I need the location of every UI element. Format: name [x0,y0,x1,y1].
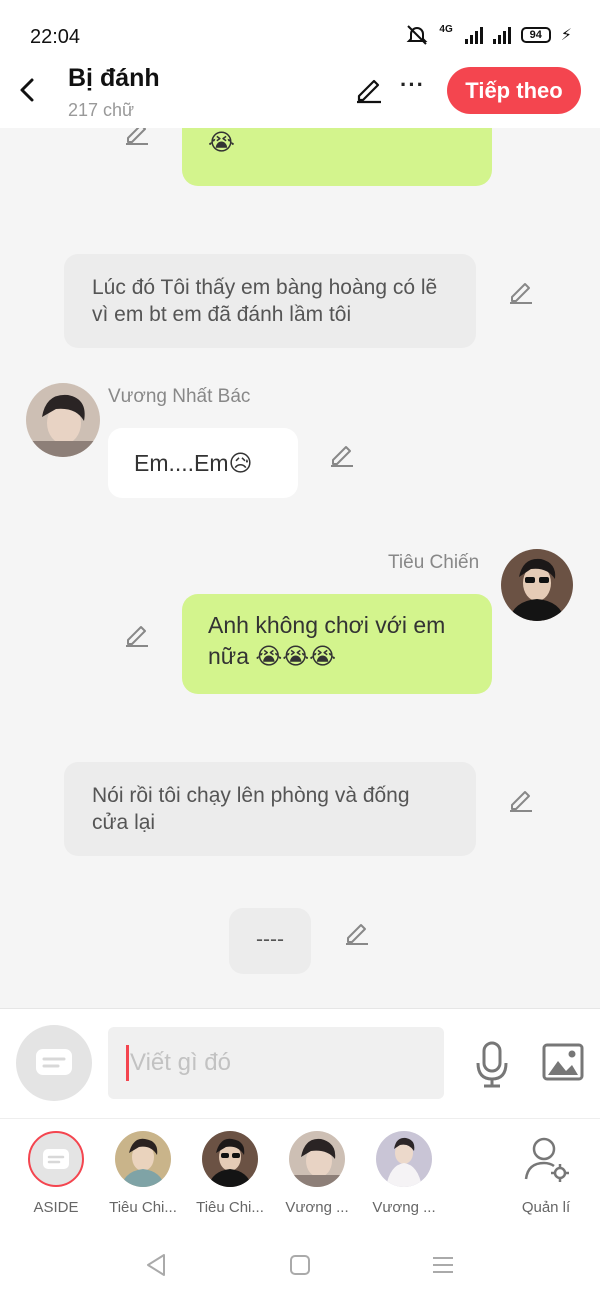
avatar-tieu-chien[interactable] [501,549,573,621]
top-bar: Bị đánh 217 chữ ··· Tiếp theo [0,60,600,128]
edit-message-icon[interactable] [508,279,534,305]
aside-avatar [28,1131,84,1187]
manage-user-icon [518,1131,574,1187]
mute-bell-icon [407,25,428,45]
signal-icon [464,26,483,44]
chat-area[interactable]: Mà Em Đánh Anh 😭😭😭 Lúc đó Tôi thấy em bà… [0,128,600,1008]
story-title: Bị đánh [68,64,160,92]
avatar [376,1131,432,1187]
word-count: 217 chữ [68,100,135,120]
manage-characters-button[interactable]: Quản lí [506,1131,586,1216]
edit-message-icon[interactable] [329,442,355,468]
next-button[interactable]: Tiếp theo [447,67,581,114]
narration-bubble-icon [36,1049,72,1075]
character-tieu-chien-2[interactable]: Tiêu Chi... [190,1131,270,1216]
narration-bubble[interactable]: Lúc đó Tôi thấy em bàng hoàng có lẽ vì e… [64,254,476,348]
edit-message-icon[interactable] [344,920,370,946]
message-text: Em....Em😥 [134,450,253,476]
text-caret [126,1045,129,1081]
network-type: 4G [439,24,453,35]
nav-back-icon[interactable] [142,1250,172,1280]
character-vuong-2[interactable]: Vương ... [364,1131,444,1216]
character-label: Vương ... [285,1199,349,1216]
nav-menu-icon[interactable] [428,1250,458,1280]
character-aside[interactable]: ASIDE [16,1131,96,1216]
character-label: Quản lí [521,1199,571,1216]
message-bubble-right[interactable]: Mà Em Đánh Anh 😭😭😭 [182,128,492,186]
system-nav-bar [0,1230,600,1300]
character-label: Tiêu Chi... [109,1199,177,1216]
aside-toggle-button[interactable] [16,1025,92,1101]
message-input-box[interactable] [108,1027,444,1099]
edit-message-icon[interactable] [508,787,534,813]
edit-message-icon[interactable] [124,128,150,146]
message-text: Mà Em Đánh Anh 😭😭😭 [208,129,235,155]
battery-icon: 94 [520,27,551,43]
message-text: Nói rồi tôi chạy lên phòng và đống cửa l… [92,784,410,834]
message-bubble-left[interactable]: Em....Em😥 [108,428,298,498]
message-input[interactable] [130,1041,430,1085]
narration-bubble[interactable]: ---- [229,908,311,974]
avatar [202,1131,258,1187]
message-text: ---- [256,928,284,951]
character-label: Vương ... [372,1199,436,1216]
message-bubble-right[interactable]: Anh không chơi với em nữa 😭😭😭 [182,594,492,694]
microphone-icon[interactable] [474,1039,510,1089]
back-arrow-icon[interactable] [14,74,42,106]
edit-pencil-icon[interactable] [354,74,384,104]
avatar-vuong-nhat-bac[interactable] [26,383,100,457]
speaker-name: Tiêu Chiến [388,552,480,573]
message-text: Anh không chơi với em nữa 😭😭😭 [208,612,446,669]
edit-message-icon[interactable] [124,622,150,648]
image-icon[interactable] [542,1043,584,1081]
character-vuong-1[interactable]: Vương ... [277,1131,357,1216]
character-label: ASIDE [33,1199,79,1216]
nav-home-icon[interactable] [285,1250,315,1280]
speaker-name: Vương Nhất Bác [108,386,251,407]
charging-icon: ⚡ [560,27,572,44]
narration-bubble[interactable]: Nói rồi tôi chạy lên phòng và đống cửa l… [64,762,476,856]
message-text: Lúc đó Tôi thấy em bàng hoàng có lẽ vì e… [92,276,438,326]
status-icons: 4G 94 ⚡ [405,24,572,46]
status-time: 22:04 [30,26,81,48]
character-tieu-chien-1[interactable]: Tiêu Chi... [103,1131,183,1216]
character-bar: ASIDE Tiêu Chi... Tiêu Chi... Vương ... … [0,1118,600,1230]
status-bar: 22:04 4G 94 ⚡ [0,0,600,60]
avatar [115,1131,171,1187]
signal-icon-2 [492,26,511,44]
compose-bar [0,1008,600,1118]
more-options-icon[interactable]: ··· [400,72,425,98]
character-label: Tiêu Chi... [196,1199,264,1216]
avatar [289,1131,345,1187]
